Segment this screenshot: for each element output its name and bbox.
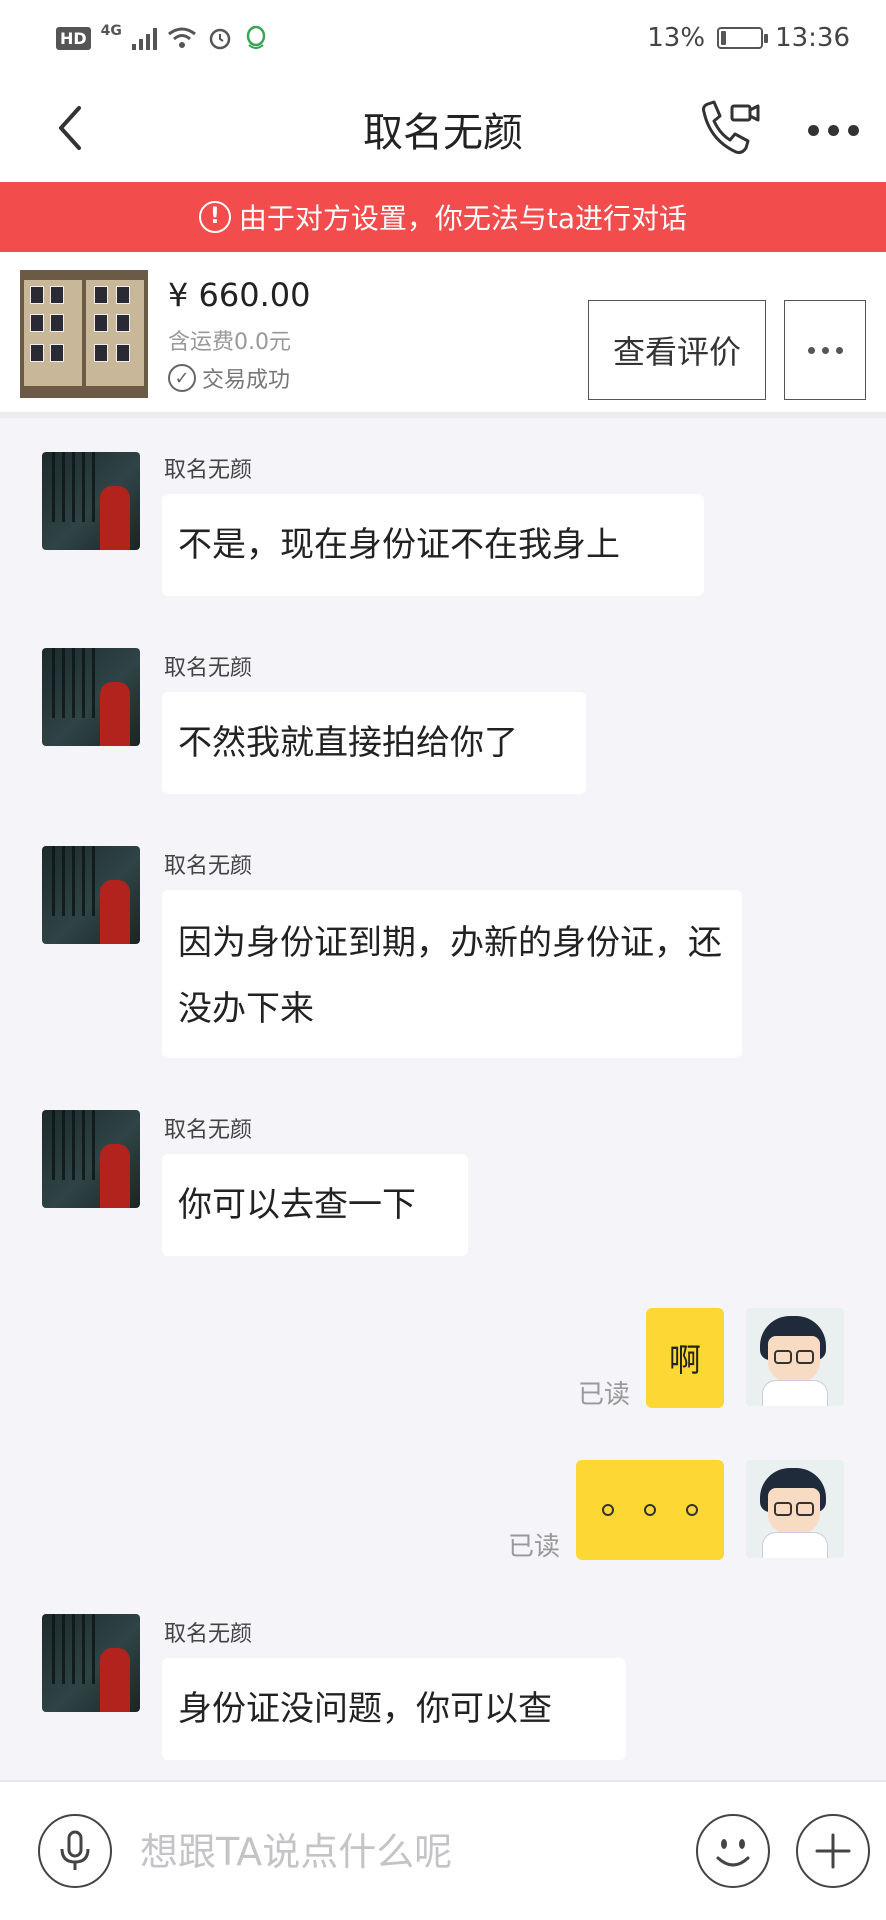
message-bubble[interactable]: 不然我就直接拍给你了 <box>162 692 586 794</box>
more-options-button[interactable] <box>800 102 866 158</box>
contact-avatar[interactable] <box>42 1614 140 1712</box>
product-price: ¥ 660.00 <box>168 276 311 314</box>
wifi-icon <box>167 27 196 48</box>
emoji-button[interactable] <box>696 1814 770 1888</box>
more-actions-button[interactable] <box>796 1814 870 1888</box>
microphone-icon <box>60 1830 90 1870</box>
message-bubble[interactable]: 因为身份证到期，办新的身份证，还没办下来 <box>162 890 742 1058</box>
contact-avatar[interactable] <box>42 452 140 550</box>
voice-button[interactable] <box>38 1814 112 1888</box>
signal-icon <box>131 26 157 50</box>
contact-avatar[interactable] <box>42 846 140 944</box>
notification-app-icon <box>246 25 266 49</box>
back-arrow-icon <box>59 106 81 150</box>
more-icon <box>807 124 819 136</box>
product-card[interactable]: ¥ 660.00 含运费0.0元 ✓ 交易成功 查看评价 <box>0 252 886 418</box>
message-text <box>602 1504 698 1516</box>
battery-percent: 13% <box>647 23 706 53</box>
sender-name: 取名无颜 <box>164 656 253 681</box>
message-bubble[interactable]: 不是，现在身份证不在我身上 <box>162 494 704 596</box>
video-call-button[interactable] <box>696 96 762 162</box>
banner-text: 由于对方设置，你无法与ta进行对话 <box>238 202 688 235</box>
video-call-icon <box>702 100 760 154</box>
contact-avatar[interactable] <box>42 648 140 746</box>
order-status-text: 交易成功 <box>202 368 291 393</box>
plus-icon <box>815 1833 851 1869</box>
sender-name: 取名无颜 <box>164 1118 253 1143</box>
back-button[interactable] <box>40 98 100 158</box>
my-message-bubble[interactable]: 啊 <box>646 1308 724 1408</box>
shipping-fee: 含运费0.0元 <box>168 330 291 355</box>
message-input[interactable] <box>140 1812 660 1892</box>
message-bubble[interactable]: 你可以去查一下 <box>162 1154 468 1256</box>
chat-header: 取名无颜 <box>0 76 886 182</box>
sender-name: 取名无颜 <box>164 458 253 483</box>
input-bar <box>0 1780 886 1920</box>
battery-icon <box>717 27 769 49</box>
more-icon <box>807 346 815 354</box>
check-circle-icon: ✓ <box>168 364 196 392</box>
restriction-banner: ! 由于对方设置，你无法与ta进行对话 <box>0 182 886 252</box>
contact-avatar[interactable] <box>42 1110 140 1208</box>
order-status: ✓ 交易成功 <box>168 362 290 394</box>
alarm-icon <box>209 28 231 50</box>
page-title: 取名无颜 <box>363 110 523 156</box>
status-bar-left: HD 4G <box>56 23 269 51</box>
clock: 13:36 <box>775 23 850 53</box>
product-more-button[interactable] <box>784 300 866 400</box>
product-thumbnail[interactable] <box>20 270 148 398</box>
read-receipt: 已读 <box>508 1532 561 1562</box>
sender-name: 取名无颜 <box>164 1622 253 1647</box>
my-avatar[interactable] <box>746 1308 844 1406</box>
view-review-button[interactable]: 查看评价 <box>588 300 766 400</box>
sender-name: 取名无颜 <box>164 854 253 879</box>
status-bar-right: 13% 13:36 <box>647 23 850 53</box>
read-receipt: 已读 <box>578 1380 631 1410</box>
my-message-bubble[interactable] <box>576 1460 724 1560</box>
battery-fill <box>721 31 726 45</box>
message-bubble[interactable]: 身份证没问题，你可以查 <box>162 1658 626 1760</box>
my-avatar[interactable] <box>746 1460 844 1558</box>
warning-icon: ! <box>198 201 231 233</box>
network-label: 4G <box>100 23 122 39</box>
status-bar: HD 4G 13% 13:36 <box>0 0 886 76</box>
emoji-icon <box>716 1839 750 1867</box>
hd-badge: HD <box>56 26 91 50</box>
